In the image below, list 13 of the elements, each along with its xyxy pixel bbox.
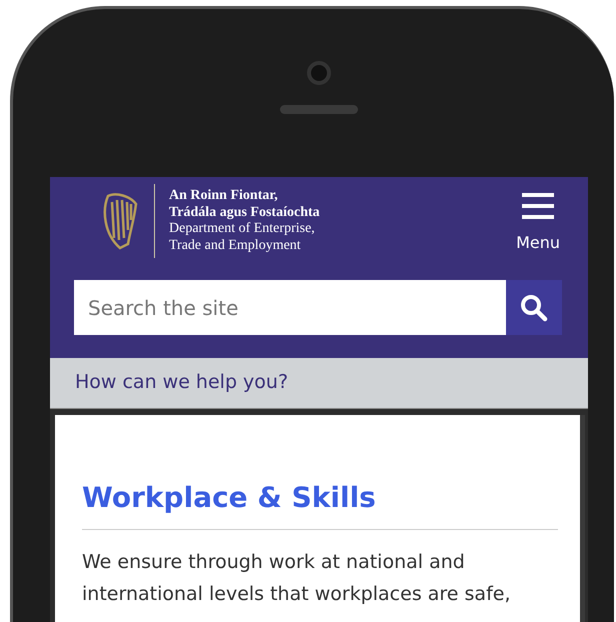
logo-text: An Roinn Fiontar, (169, 188, 279, 204)
search-icon (520, 294, 548, 322)
logo-text: Trádála agus Fostaíochta (169, 204, 320, 221)
menu-icon (522, 193, 554, 219)
menu-button[interactable]: Menu (516, 193, 560, 255)
logo-text: Department of Enterprise, (169, 221, 316, 238)
logo-text: Trade and Employment (169, 238, 302, 254)
camera-icon (307, 61, 331, 85)
section-heading: Workplace & Skills (82, 481, 377, 515)
search-button[interactable] (506, 280, 562, 335)
help-prompt[interactable]: How can we help you? (50, 358, 588, 409)
intro-paragraph: We ensure through work at national and international levels that workplaces are safe, (82, 550, 512, 607)
search-field[interactable]: Search the site (74, 280, 506, 335)
